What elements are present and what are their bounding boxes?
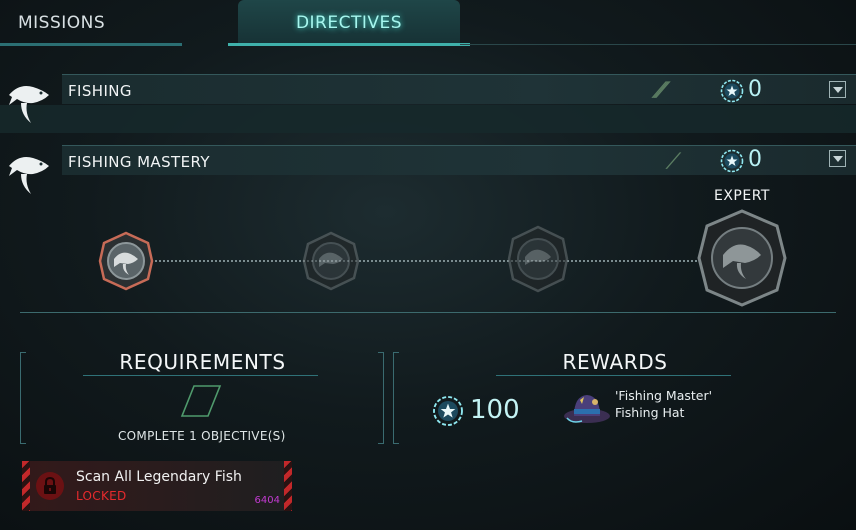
rewards-bracket-left — [393, 352, 399, 444]
directive-sub-bar — [0, 105, 856, 133]
directive-title: FISHING MASTERY — [68, 153, 210, 171]
objective-slash-icon — [180, 385, 222, 417]
hazard-stripe-left — [22, 461, 30, 511]
objective-name: Scan All Legendary Fish — [76, 469, 242, 485]
requirements-bracket-right — [378, 352, 384, 444]
tier-badge-2[interactable] — [300, 230, 362, 292]
star-badge-icon — [720, 149, 744, 173]
tab-directives[interactable]: DIRECTIVES — [228, 0, 470, 46]
directive-points: 0 — [748, 147, 762, 172]
tier-badge-3[interactable] — [505, 224, 571, 294]
rewards-underline — [496, 375, 731, 376]
expand-button[interactable] — [829, 150, 846, 167]
requirements-underline — [83, 375, 318, 376]
tab-directives-label: DIRECTIVES — [295, 13, 403, 33]
reward-item-name: 'Fishing Master' Fishing Hat — [615, 388, 713, 420]
tab-missions[interactable]: MISSIONS — [0, 0, 182, 46]
requirements-title: REQUIREMENTS — [119, 350, 286, 374]
star-badge-icon — [433, 396, 463, 426]
tier-badge-1[interactable] — [98, 231, 154, 291]
section-divider — [20, 312, 836, 313]
tier-label-expert: EXPERT — [714, 188, 770, 204]
requirements-text: COMPLETE 1 OBJECTIVE(S) — [118, 429, 286, 443]
chevron-down-icon — [832, 86, 843, 93]
expand-button[interactable] — [829, 81, 846, 98]
tier-progress-line — [126, 260, 741, 262]
tab-missions-label: MISSIONS — [18, 13, 106, 33]
fishing-hat-icon[interactable] — [562, 388, 612, 428]
tab-divider — [460, 44, 856, 45]
hazard-stripe-right — [284, 461, 292, 511]
reward-points: 100 — [470, 395, 520, 425]
rewards-title: REWARDS — [562, 350, 668, 374]
star-badge-icon — [720, 79, 744, 103]
fish-icon — [9, 157, 49, 194]
lock-icon — [36, 472, 64, 500]
objective-code: 6404 — [254, 495, 280, 506]
tier-badge-expert[interactable] — [695, 208, 789, 308]
objective-item[interactable]: Scan All Legendary Fish LOCKED 6404 — [22, 461, 292, 511]
directive-title: FISHING — [68, 82, 132, 100]
requirements-bracket-left — [20, 352, 26, 444]
directive-points: 0 — [748, 77, 762, 102]
fish-icon — [9, 86, 49, 123]
chevron-down-icon — [832, 155, 843, 162]
objective-status: LOCKED — [76, 489, 127, 503]
